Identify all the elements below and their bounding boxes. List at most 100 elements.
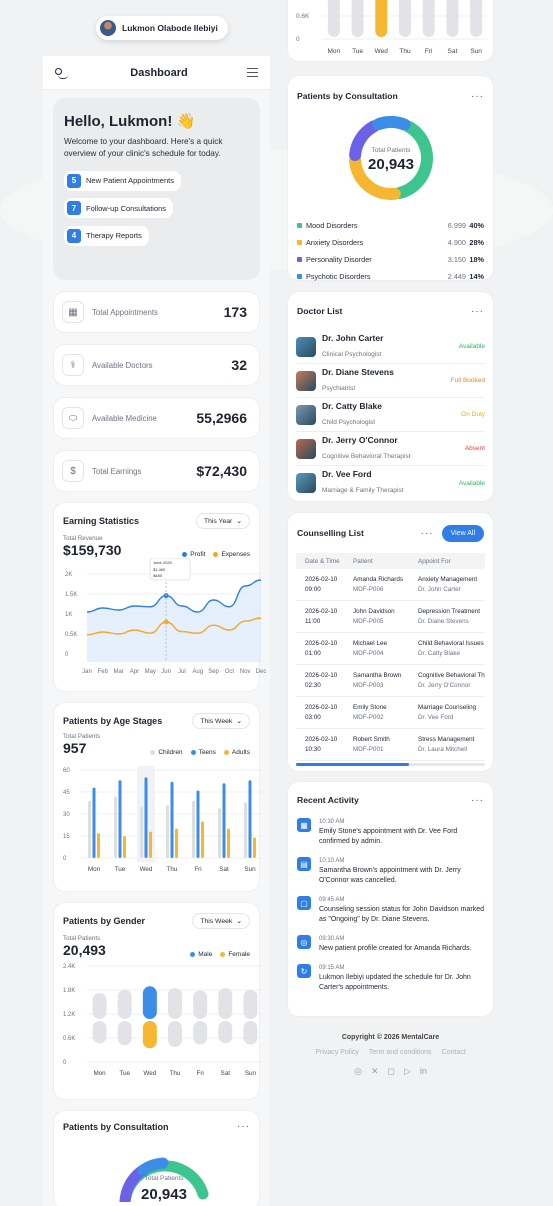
footer-link[interactable]: Contact [442, 1049, 466, 1056]
bar-children[interactable] [114, 796, 117, 858]
bar-adults[interactable] [253, 837, 256, 858]
patient-id: MDF-P004 [353, 650, 384, 657]
period-dropdown[interactable]: This Week ⌄ [192, 913, 250, 929]
earning-title: Earning Statistics [63, 516, 140, 526]
activity-item[interactable]: ▤ 10:10 AM Samantha Brown's appointment wi… [297, 857, 484, 886]
table-row[interactable]: 2026-02-10 03:00 Emily Stone MDF-P002 Marria… [296, 697, 485, 729]
bar-male[interactable] [193, 990, 208, 1019]
week-bar[interactable] [399, 0, 411, 37]
x-icon[interactable]: ✕ [371, 1066, 379, 1077]
bar-female[interactable] [92, 1021, 107, 1044]
table-row[interactable]: 2026-02-10 11:00 John Davidson MDF-P005 Depr… [296, 601, 485, 633]
view-all-button[interactable]: View All [441, 524, 484, 542]
more-icon[interactable]: ··· [471, 91, 484, 102]
bar-children[interactable] [192, 800, 195, 858]
col-header-date[interactable]: Date & Time [296, 558, 353, 565]
instagram-icon[interactable]: ◻ [387, 1066, 394, 1077]
doctor-row[interactable]: Dr. Vee Ford Marriage & Family Therapist A… [296, 466, 485, 500]
stat-card[interactable]: $ Total Earnings $72,430 [53, 450, 260, 492]
appoint-for: Stress Management [418, 736, 475, 743]
activity-item[interactable]: ↻ 09:15 AM Lukmon Ilebiyi updated the sche… [297, 964, 484, 993]
footer-link[interactable]: Term and conditions [369, 1049, 432, 1056]
legend-item: Female [220, 951, 250, 958]
bar-children[interactable] [244, 802, 247, 858]
bar-children[interactable] [140, 806, 143, 858]
bar-female[interactable] [218, 1021, 233, 1044]
bar-adults[interactable] [97, 833, 100, 858]
bar-male[interactable] [92, 992, 107, 1019]
week-bar[interactable] [446, 0, 459, 37]
table-row[interactable]: 2026-02-10 01:00 Michael Lee MDF-P004 Child … [296, 633, 485, 665]
legend-item: Children [150, 749, 183, 756]
more-icon[interactable]: ··· [471, 795, 484, 806]
bar-female[interactable] [243, 1021, 258, 1045]
more-icon[interactable]: ··· [237, 1121, 250, 1132]
stat-card[interactable]: ⚕ Available Doctors 32 [53, 344, 260, 386]
bar-teens[interactable] [118, 780, 122, 858]
bar-teens[interactable] [196, 790, 200, 858]
bar-female[interactable] [193, 1021, 208, 1045]
table-row[interactable]: 2026-02-10 02:30 Samantha Brown MDF-P003 Cog… [296, 665, 485, 697]
youtube-icon[interactable]: ▷ [404, 1066, 411, 1077]
bar-teens[interactable] [92, 787, 96, 858]
bar-children[interactable] [218, 808, 221, 858]
bar-adults[interactable] [149, 831, 152, 858]
dribbble-icon[interactable]: ◎ [354, 1066, 362, 1077]
bar-female[interactable] [117, 1021, 132, 1046]
table-row[interactable]: 2026-02-10 10:30 Robert Smith MDF-P001 Stres… [296, 729, 485, 761]
bar-male[interactable] [168, 988, 182, 1019]
period-dropdown[interactable]: This Year ⌄ [195, 513, 250, 529]
doctor-row[interactable]: Dr. Jerry O'Connor Cognitive Behavioral T… [296, 432, 485, 466]
doctor-name: Dr. John Carter [322, 332, 384, 343]
x-tick-label: Sep [208, 669, 219, 675]
bar-children[interactable] [166, 805, 169, 858]
bar-teens[interactable] [222, 783, 226, 858]
col-header-patient[interactable]: Patient [353, 558, 418, 565]
bar-female[interactable] [168, 1021, 182, 1048]
y-tick-label: 0 [65, 652, 69, 658]
col-header-appoint[interactable]: Appoint For [418, 558, 485, 565]
bar-teens[interactable] [248, 780, 252, 858]
bar-adults[interactable] [123, 836, 126, 858]
week-bar[interactable] [351, 0, 364, 37]
schedule-pill[interactable]: 4 Therapy Reports [64, 225, 149, 246]
more-icon[interactable]: ··· [471, 306, 484, 317]
bar-adults[interactable] [175, 828, 178, 858]
schedule-pill[interactable]: 7 Follow-up Consultations [64, 198, 174, 218]
bar-teens[interactable] [144, 777, 148, 858]
donut-slice[interactable] [372, 116, 411, 131]
bar-adults[interactable] [227, 828, 230, 858]
user-pill[interactable]: Lukmon Olabode Ilebiyi [96, 16, 228, 40]
doctor-row[interactable]: Dr. John Carter Clinical Psychologist Avai… [296, 330, 485, 364]
activity-item[interactable]: ◎ 09:30 AM New patient profile created for… [297, 935, 484, 954]
doctor-row[interactable]: Dr. Diane Stevens Psychiatrist Full Booked [296, 364, 485, 398]
linkedin-icon[interactable]: in [420, 1066, 427, 1077]
stat-card[interactable]: ▦ Total Appointments 173 [53, 291, 260, 333]
week-bar[interactable] [470, 0, 483, 37]
bar-teens[interactable] [170, 781, 174, 858]
bar-male[interactable] [243, 989, 258, 1019]
week-bar[interactable] [375, 0, 388, 37]
week-bar[interactable] [327, 0, 340, 37]
period-dropdown[interactable]: This Week ⌄ [192, 713, 250, 729]
bar-children[interactable] [88, 800, 91, 858]
bar-male[interactable] [142, 986, 157, 1019]
hamburger-menu-icon[interactable] [247, 68, 258, 77]
footer-link[interactable]: Privacy Policy [315, 1049, 359, 1056]
logo-icon[interactable] [55, 67, 71, 79]
activity-item[interactable]: ▢ 09:45 AM Counseling session status for J… [297, 896, 484, 925]
stat-card[interactable]: ⬭ Available Medicine 55,2966 [53, 397, 260, 439]
week-bar[interactable] [422, 0, 435, 37]
bar-female[interactable] [142, 1021, 157, 1049]
table-row[interactable]: 2026-02-10 09:00 Amanda Richards MDF-P006 An… [296, 569, 485, 601]
bar-adults[interactable] [201, 821, 204, 858]
consultation-pct: 40% [469, 221, 484, 230]
activity-item[interactable]: ▦ 10:30 AM Emily Stone's appointment with … [297, 818, 484, 847]
more-icon[interactable]: ··· [421, 528, 434, 539]
bar-male[interactable] [218, 988, 233, 1019]
bar-male[interactable] [117, 989, 132, 1019]
horizontal-scrollbar[interactable] [296, 763, 485, 766]
schedule-pill[interactable]: 5 New Patient Appointments [64, 170, 181, 191]
doctor-row[interactable]: Dr. Catty Blake Child Psychologist On Duty [296, 398, 485, 432]
appoint-for: Child Behavioral Issues [418, 640, 484, 647]
